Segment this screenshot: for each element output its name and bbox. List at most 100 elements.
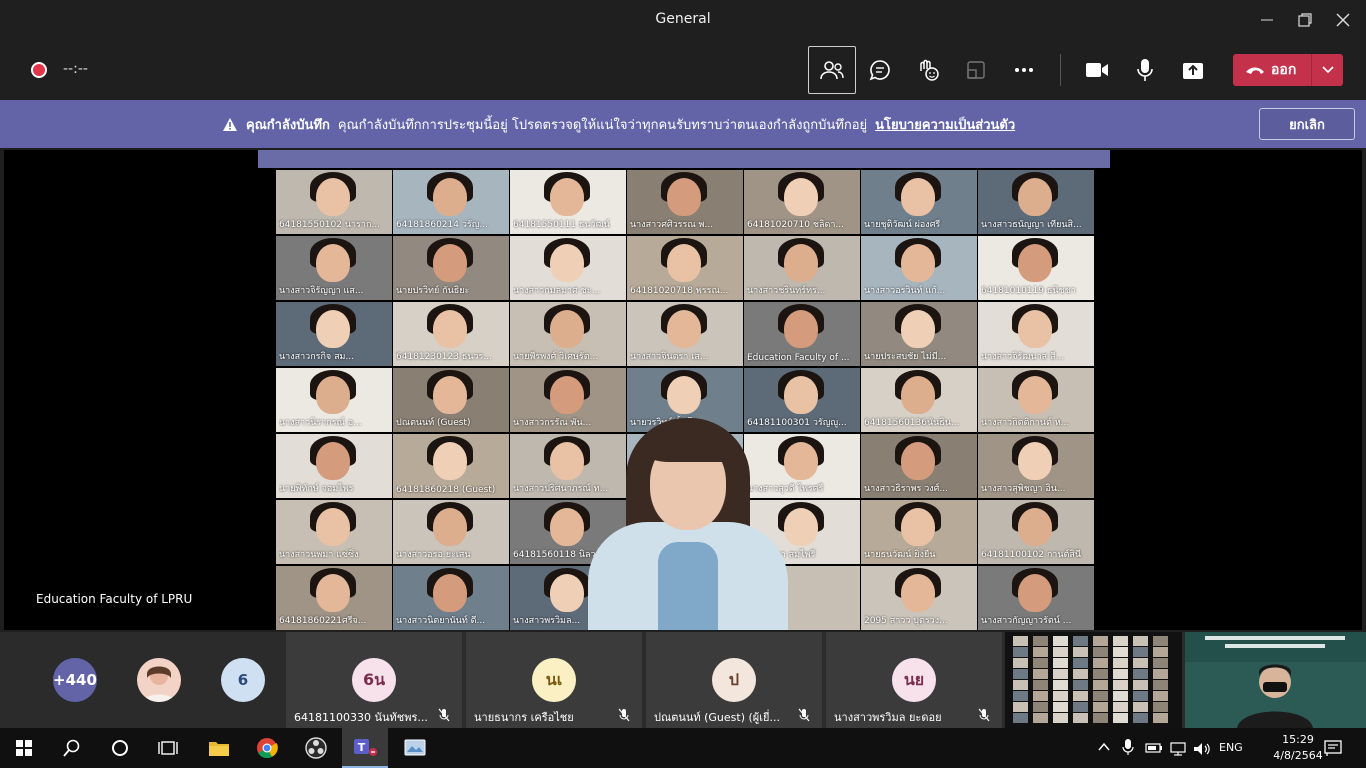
participant-tile[interactable]: นเ นายธนากร เครือไชย	[466, 632, 642, 728]
screen-app-icon	[404, 739, 426, 756]
thumbnail-cell	[1153, 658, 1168, 668]
gallery-tile-label: นางสาวกัญญาวรัตน์ ...	[981, 616, 1072, 626]
obs-button[interactable]	[293, 728, 339, 768]
taskbar-clock[interactable]: 15:29 4/8/2564	[1270, 732, 1326, 764]
mic-muted-icon	[618, 708, 630, 722]
close-button[interactable]	[1320, 0, 1366, 40]
gallery-tile: 64181550102 นาราก...	[276, 170, 392, 234]
teams-button[interactable]: T	[342, 728, 388, 768]
search-icon	[63, 739, 80, 757]
gallery-tile: 64181860221ศรีจ...	[276, 566, 392, 630]
thumbnail-cell	[1093, 713, 1108, 723]
raise-hand-icon	[920, 59, 939, 81]
gallery-tile-label: 64181550111 ธนวัฒน์	[513, 220, 610, 230]
gallery-tile-label: 64181860218 (Guest)	[396, 485, 496, 495]
thumbnail-cell	[1053, 691, 1068, 701]
thumbnail-cell	[1153, 691, 1168, 701]
teams-icon: T	[354, 739, 377, 756]
thumbnail-cell	[1073, 636, 1088, 646]
gallery-tile: นางสาวจิรัฒนาส สี...	[978, 302, 1094, 366]
thumbnail-cell	[1093, 691, 1108, 701]
participant-tile[interactable]: นย นางสาวพรวิมล ยะดอย	[826, 632, 1002, 728]
gallery-tile: 64181020710 ชลิดา...	[744, 170, 860, 234]
thumbnail-cell	[1153, 680, 1168, 690]
thumbnail-cell	[1113, 680, 1128, 690]
participant-avatar: นย	[892, 658, 936, 702]
gallery-tile-label: นางสาวกิตติกานต์ ห...	[981, 418, 1070, 428]
task-view-button[interactable]	[145, 728, 191, 768]
share-content-button[interactable]	[1169, 46, 1217, 94]
gallery-tile: นางสาวธิราพร วงศ์...	[861, 434, 977, 498]
mic-toggle-button[interactable]	[1121, 46, 1169, 94]
participant-tile[interactable]: ป ปณตนนท์ (Guest) (ผู้เยี่...	[646, 632, 822, 728]
thumbnail-cell	[1013, 691, 1028, 701]
thumbnail-cell	[1133, 691, 1148, 701]
input-language[interactable]: ENG	[1219, 741, 1243, 754]
camera-toggle-button[interactable]	[1073, 46, 1121, 94]
gallery-tile: นางสาวสุพิชญา อิน...	[978, 434, 1094, 498]
start-button[interactable]	[1, 728, 47, 768]
avatar[interactable]	[137, 658, 181, 702]
presenter-video	[588, 412, 788, 630]
tray-chevron-up-icon[interactable]	[1098, 742, 1110, 752]
chevron-down-icon	[1321, 66, 1334, 74]
show-participants-button[interactable]	[808, 46, 856, 94]
thumbnail-cell	[1133, 658, 1148, 668]
gallery-tile: นายชุติวัฒน์ ผ่องศรี	[861, 170, 977, 234]
participant-avatar: ป	[712, 658, 756, 702]
gallery-thumbnail-video[interactable]	[1005, 632, 1182, 728]
privacy-policy-link[interactable]: นโยบายความเป็นส่วนตัว	[875, 114, 1015, 135]
svg-text:T: T	[358, 741, 366, 754]
gallery-tile-label: 64181230123 ธนวร...	[396, 352, 492, 362]
show-chat-button[interactable]	[856, 46, 904, 94]
chrome-button[interactable]	[244, 728, 290, 768]
dismiss-banner-button[interactable]: ยกเลิก	[1259, 108, 1355, 140]
participants-icon	[820, 61, 844, 80]
photo-app-button[interactable]	[392, 728, 438, 768]
thumbnail-cell	[1033, 647, 1048, 657]
gallery-tile: นายธนวัฒน์ ยิ่งยืน	[861, 500, 977, 564]
thumbnail-cell	[1073, 647, 1088, 657]
tray-microphone-icon[interactable]	[1122, 739, 1134, 755]
gallery-tile: นายพีรพงศ์ วิเศษรัต...	[510, 302, 626, 366]
thumbnail-cell	[1013, 636, 1028, 646]
leave-button[interactable]: ออก	[1233, 54, 1343, 86]
gallery-tile-label: 2095 สาวว บุตรวง...	[864, 616, 948, 626]
gallery-tile-label: นางสาวอรวินท์ แก้...	[864, 286, 946, 296]
file-explorer-button[interactable]	[196, 728, 242, 768]
window-title: General	[655, 11, 711, 27]
participant-tile[interactable]: 6น 64181100330 นันทัชพร...	[286, 632, 462, 728]
network-icon[interactable]	[1170, 742, 1188, 756]
gallery-tile-label: 64181860214 วรัญ...	[396, 220, 488, 230]
leave-main[interactable]: ออก	[1233, 54, 1311, 86]
more-actions-button[interactable]	[1000, 46, 1048, 94]
host-thumbnail-video[interactable]	[1185, 632, 1366, 728]
volume-icon[interactable]	[1193, 742, 1211, 756]
leave-options-dropdown[interactable]	[1311, 54, 1343, 86]
thumbnail-cell	[1013, 647, 1028, 657]
taskbar-search-button[interactable]	[49, 728, 95, 768]
shared-content: 64181550102 นาราก... 64181860214 วรัญ... 6…	[258, 150, 1110, 630]
minimize-icon	[1261, 19, 1273, 21]
gallery-tile: นางสาวกัญญาวรัตน์ ...	[978, 566, 1094, 630]
gallery-tile: นางสาวกิตติกานต์ ห...	[978, 368, 1094, 432]
thumbnail-cell	[1013, 669, 1028, 679]
camera-icon	[1086, 63, 1108, 77]
breakout-rooms-button[interactable]	[952, 46, 1000, 94]
thumbnail-cell	[1093, 680, 1108, 690]
recording-title: คุณกำลังบันทึก	[246, 118, 330, 133]
thumbnail-cell	[1133, 669, 1148, 679]
notifications-icon[interactable]	[1324, 740, 1342, 756]
thumbnail-cell	[1073, 658, 1088, 668]
recording-banner: คุณกำลังบันทึก คุณกำลังบันทึกการประชุมนี…	[0, 100, 1366, 148]
participant-count-badge[interactable]: 6	[221, 658, 265, 702]
gallery-tile: 64181860218 (Guest)	[393, 434, 509, 498]
gallery-tile-label: นายชุติวัฒน์ ผ่องศรี	[864, 220, 941, 230]
battery-icon[interactable]	[1145, 742, 1163, 754]
more-participants-badge[interactable]: +440	[53, 658, 97, 702]
cortana-button[interactable]	[97, 728, 143, 768]
mic-muted-icon	[438, 708, 450, 722]
thumbnail-cell	[1053, 713, 1068, 723]
reactions-button[interactable]	[904, 46, 952, 94]
participant-avatar: 6น	[352, 658, 396, 702]
